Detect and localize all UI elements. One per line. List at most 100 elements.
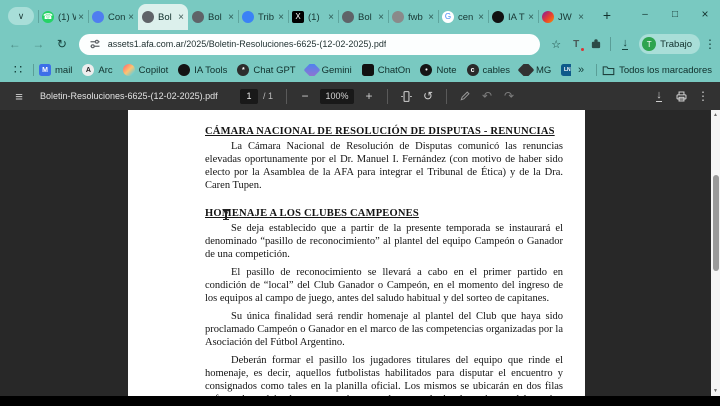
extension-t-icon[interactable]: T (566, 34, 586, 54)
zoom-level[interactable]: 100% (320, 88, 355, 104)
tab-close-icon[interactable]: × (78, 12, 84, 23)
bookmark-item[interactable]: c cables (466, 64, 510, 76)
bookmark-item[interactable]: Gemini (303, 64, 352, 76)
document-paragraph: Deberán formar el pasillo los jugadores … (205, 355, 563, 396)
bookmark-label: Arc (98, 64, 113, 76)
bookmark-label: mail (55, 64, 73, 76)
all-bookmarks-label: Todos los marcadores (619, 64, 712, 76)
tabs-container: ☎(1) W×Con×Bol×Bol×Trib×X(1)×Bol×fwb×Gce… (38, 0, 588, 30)
profile-chip[interactable]: T Trabajo (639, 34, 700, 54)
scroll-down-arrow[interactable]: ▼ (711, 386, 720, 396)
bookmark-star-icon[interactable]: ☆ (546, 34, 566, 54)
forward-button[interactable]: → (30, 35, 48, 53)
extensions-puzzle-icon[interactable] (586, 34, 606, 54)
plus-icon: + (602, 7, 612, 23)
rotate-icon[interactable]: ↺ (417, 85, 439, 107)
icon-glyph: ☎ (43, 12, 53, 21)
tab-label: IA T (508, 11, 525, 23)
bookmark-item[interactable]: * Chat GPT (237, 64, 296, 76)
browser-menu-icon[interactable]: ⋮ (700, 34, 720, 54)
undo-icon[interactable]: ↶ (476, 85, 498, 107)
globe-favicon (392, 11, 404, 23)
apps-grid-icon[interactable]: ∷ (8, 60, 28, 80)
tab[interactable]: JW × (538, 4, 588, 30)
site-favicon (242, 11, 254, 23)
url-text: assets1.afa.com.ar/2025/Boletin-Resoluci… (107, 39, 387, 49)
tab-close-icon[interactable]: × (228, 12, 234, 23)
pdf-page-controls: / 1 − 100% + ↺ ↶ ↷ (240, 82, 520, 110)
globe-favicon (192, 11, 204, 23)
downloads-icon[interactable]: ↓ (615, 34, 635, 54)
bookmark-label: ChatOn (377, 64, 411, 76)
tab[interactable]: IA T × (488, 4, 538, 30)
bookmark-item[interactable]: MG (517, 64, 551, 76)
tab-close-icon[interactable]: × (178, 12, 184, 23)
page-total-label: / 1 (263, 91, 274, 101)
tab-close-icon[interactable]: × (578, 12, 584, 23)
tab-close-icon[interactable]: × (428, 12, 434, 23)
tab-close-icon[interactable]: × (478, 12, 484, 23)
bookmark-item[interactable]: LNLN (561, 64, 572, 76)
bookmark-label: Chat GPT (253, 64, 296, 76)
tab[interactable]: fwb × (388, 4, 438, 30)
x-twitter-favicon: X (292, 11, 304, 23)
site-favicon (92, 11, 104, 23)
redo-icon[interactable]: ↷ (498, 85, 520, 107)
bookmark-item[interactable]: Copilot (122, 64, 169, 76)
fit-page-icon[interactable] (395, 85, 417, 107)
scroll-up-arrow[interactable]: ▲ (711, 110, 720, 120)
bookmark-item[interactable]: ChatOn (361, 64, 411, 76)
reload-button[interactable]: ↻ (53, 35, 71, 53)
minimize-button[interactable]: – (630, 0, 660, 28)
new-tab-button[interactable]: + (596, 4, 618, 26)
bookmark-item[interactable]: A Arc (82, 64, 113, 76)
tab[interactable]: Bol × (188, 4, 238, 30)
tab-active[interactable]: Bol × (138, 4, 188, 30)
avatar: T (642, 37, 657, 51)
pdf-toolbar: ≡ Boletin-Resoluciones-6625-(12-02-2025)… (0, 82, 720, 110)
tab-close-icon[interactable]: × (278, 12, 284, 23)
tab[interactable]: Con × (88, 4, 138, 30)
tab-close-icon[interactable]: × (328, 12, 334, 23)
tab[interactable]: ☎ (1) W× (38, 4, 88, 30)
profile-label: Trabajo (660, 38, 692, 50)
omnibox[interactable]: assets1.afa.com.ar/2025/Boletin-Resoluci… (78, 33, 541, 55)
zoom-out-icon[interactable]: − (294, 85, 316, 107)
bookmark-favicon: • (420, 64, 433, 76)
tab-close-icon[interactable]: × (128, 12, 134, 23)
back-button[interactable]: ← (6, 35, 24, 53)
print-icon[interactable] (670, 85, 692, 107)
bookmark-label: Copilot (138, 64, 169, 76)
tab-label: (1) (308, 11, 320, 23)
bookmarks-overflow-icon[interactable]: » (571, 60, 591, 80)
close-button[interactable]: × (690, 0, 720, 28)
divider (596, 64, 598, 76)
bookmark-item[interactable]: IA Tools (178, 64, 227, 76)
tab[interactable]: X (1) × (288, 4, 338, 30)
annotate-pen-icon[interactable] (454, 85, 476, 107)
page-number-input[interactable] (240, 88, 258, 104)
document-paragraph: La Cámara Nacional de Resolución de Disp… (205, 141, 563, 191)
tab-search-button[interactable]: ∨ (8, 7, 34, 25)
tab[interactable]: Bol × (338, 4, 388, 30)
all-bookmarks-button[interactable]: Todos los marcadores (602, 65, 712, 76)
maximize-button[interactable]: □ (660, 0, 690, 28)
pdf-download-icon[interactable]: ↓ (648, 85, 670, 107)
tab[interactable]: Trib × (238, 4, 288, 30)
tab-close-icon[interactable]: × (528, 12, 534, 23)
scrollbar-thumb[interactable] (712, 175, 719, 271)
bookmark-favicon (122, 64, 135, 76)
bookmark-item[interactable]: • Note (420, 64, 457, 76)
tab-label: Bol (208, 11, 222, 23)
text-cursor (223, 209, 228, 220)
vertical-scrollbar[interactable]: ▲ ▼ (711, 110, 720, 396)
tab-label: Bol (158, 11, 172, 23)
pdf-menu-icon[interactable]: ≡ (8, 85, 30, 107)
pdf-more-icon[interactable]: ⋮ (692, 85, 714, 107)
tab[interactable]: Gcen × (438, 4, 488, 30)
site-settings-icon[interactable] (89, 38, 101, 50)
zoom-in-icon[interactable]: + (358, 85, 380, 107)
bookmark-items: Mmail A Arc Copilot IA Tools * Chat GPT Gemini C… (39, 64, 572, 76)
bookmark-item[interactable]: Mmail (39, 64, 72, 76)
tab-close-icon[interactable]: × (378, 12, 384, 23)
